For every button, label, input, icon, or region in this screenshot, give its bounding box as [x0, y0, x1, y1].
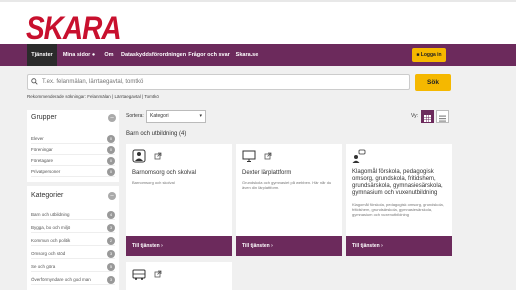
- chevron-down-icon: ▾: [199, 113, 202, 119]
- count-badge: 3: [107, 250, 115, 258]
- nav-item-dataskydd[interactable]: Dataskyddsförordningen: [121, 44, 186, 66]
- chevron-right-icon: ›: [161, 243, 163, 249]
- sort-label: Sortera:: [126, 113, 144, 119]
- count-badge: 4: [107, 211, 115, 219]
- filter-item-overformyndare[interactable]: Överförmyndare och god man 3: [31, 275, 115, 285]
- categories-panel: Kategorier – Barn och utbildning 4 Bygga,…: [27, 186, 119, 290]
- count-badge: 5: [107, 263, 115, 271]
- chevron-right-icon: ›: [381, 243, 383, 249]
- monitor-icon: [242, 150, 256, 162]
- card-action-button[interactable]: Till tjänsten ›: [236, 236, 342, 256]
- site-header: SKARA: [0, 0, 516, 47]
- nav-item-fragor[interactable]: Frågor och svar: [187, 44, 231, 66]
- nav-item-om[interactable]: Om: [100, 44, 118, 66]
- count-badge: 0: [107, 157, 115, 165]
- card-action-button[interactable]: Till tjänsten ›: [126, 236, 232, 256]
- categories-title: Kategorier: [31, 192, 64, 199]
- view-label: Vy:: [411, 113, 419, 119]
- people-chat-icon: [352, 149, 366, 163]
- chevron-right-icon: ›: [271, 243, 273, 249]
- count-badge: 3: [107, 276, 115, 284]
- card-description: Barnomsorg och skolval: [132, 180, 175, 185]
- search-input[interactable]: T.ex. felanmälan, lärrtaegavtal, tomtkö: [27, 74, 410, 90]
- card-title: Barnomsorg och skolval: [132, 170, 197, 176]
- filter-item-foretagare[interactable]: Företagare 0: [31, 156, 115, 166]
- service-card[interactable]: Barnomsorg och skolval Barnomsorg och sk…: [126, 144, 232, 256]
- site-logo[interactable]: SKARA: [26, 10, 122, 47]
- main-nav: Tjänster Mina sidor ● Om Dataskyddsföror…: [0, 44, 516, 66]
- sort-select[interactable]: Kategori ▾: [146, 110, 206, 123]
- card-title: Dexter lärplattform: [242, 170, 292, 176]
- nav-item-skara-se[interactable]: Skara.se: [233, 44, 261, 66]
- filter-item-barn[interactable]: Barn och utbildning 4: [31, 210, 115, 220]
- search-area: T.ex. felanmälan, lärrtaegavtal, tomtkö …: [0, 66, 516, 106]
- filter-item-se-och-gora[interactable]: Se och göra 5: [31, 262, 115, 272]
- external-link-icon: [264, 152, 272, 160]
- card-description: Klagomål förskola, pedagogisk omsorg, gr…: [352, 202, 444, 217]
- collapse-icon[interactable]: –: [108, 192, 116, 200]
- filter-item-omsorg[interactable]: Omsorg och stöd 3: [31, 249, 115, 259]
- service-card[interactable]: [126, 262, 232, 290]
- grid-view-icon[interactable]: [421, 110, 434, 123]
- groups-panel: Grupper – Elever 0 Föreningar 0 Företagare…: [27, 110, 119, 182]
- card-action-button[interactable]: Till tjänsten ›: [346, 236, 452, 256]
- lock-icon: ■: [416, 52, 420, 58]
- bus-icon: [132, 269, 146, 280]
- count-badge: 0: [107, 168, 115, 176]
- section-title: Barn och utbildning (4): [126, 131, 187, 137]
- count-badge: 0: [107, 146, 115, 154]
- user-icon: ●: [91, 52, 96, 58]
- card-title: Klagomål förskola, pedagogisk omsorg, gr…: [352, 169, 443, 196]
- service-card[interactable]: Dexter lärplattform Grundskola och gymna…: [236, 144, 342, 256]
- filter-item-kommun[interactable]: Kommun och politik 2: [31, 236, 115, 246]
- count-badge: 2: [107, 237, 115, 245]
- list-view-icon[interactable]: [436, 110, 449, 123]
- filter-item-foreningar[interactable]: Föreningar 0: [31, 145, 115, 155]
- groups-title: Grupper: [31, 114, 57, 121]
- search-suggestions[interactable]: Rekommenderade sökningar: Felanmälan | L…: [27, 94, 159, 99]
- collapse-icon[interactable]: –: [108, 114, 116, 122]
- filter-item-bygga[interactable]: Bygga, bo och miljö 3: [31, 223, 115, 233]
- search-button[interactable]: Sök: [415, 74, 451, 91]
- nav-item-tjanster[interactable]: Tjänster: [27, 44, 57, 66]
- count-badge: 0: [107, 135, 115, 143]
- login-button[interactable]: ■ Logga in: [412, 48, 446, 62]
- external-link-icon: [154, 152, 162, 160]
- service-card[interactable]: Klagomål förskola, pedagogisk omsorg, gr…: [346, 144, 452, 256]
- external-link-icon: [154, 270, 162, 278]
- count-badge: 3: [107, 224, 115, 232]
- child-icon: [132, 149, 146, 163]
- nav-item-mina-sidor[interactable]: Mina sidor ●: [60, 44, 98, 66]
- search-icon: [31, 78, 38, 85]
- filter-item-elever[interactable]: Elever 0: [31, 134, 115, 144]
- filter-item-privatpersoner[interactable]: Privatpersoner 0: [31, 167, 115, 177]
- card-description: Grundskola och gymnasiet på webben. Här …: [242, 180, 332, 190]
